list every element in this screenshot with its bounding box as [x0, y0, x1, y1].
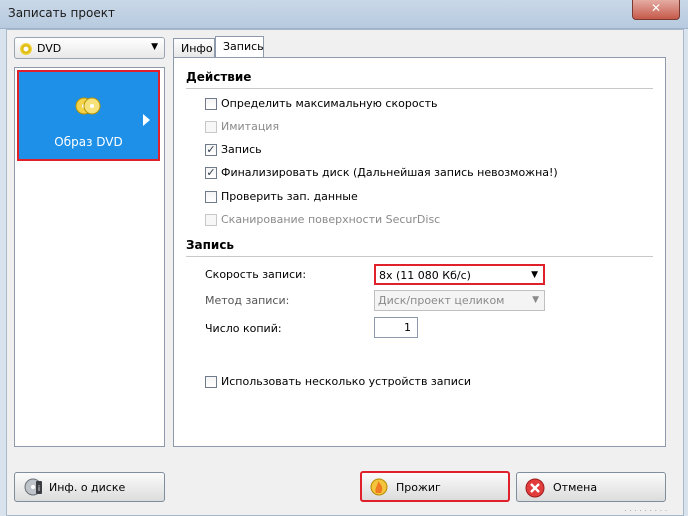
checkbox-label: Финализировать диск (Дальнейшая запись н… — [221, 166, 558, 179]
checkbox-box — [205, 121, 217, 133]
checkbox-label: Запись — [221, 143, 262, 156]
burn-label: Прожиг — [396, 481, 441, 494]
write-method-select[interactable]: Диск/проект целиком ▼ — [374, 290, 545, 311]
divider — [186, 88, 653, 89]
svg-text:i: i — [38, 484, 40, 493]
title-bar: Записать проект ✕ — [0, 0, 688, 29]
cancel-label: Отмена — [553, 481, 598, 494]
close-icon: ✕ — [650, 1, 662, 15]
write-method-label: Метод записи: — [205, 294, 290, 307]
burn-flame-icon — [370, 478, 388, 496]
device-type-value: DVD — [37, 42, 62, 55]
disc-icon — [20, 43, 32, 55]
checkbox-label: Использовать несколько устройств записи — [221, 375, 472, 388]
checkbox-box — [205, 98, 217, 110]
checkbox-label: Определить максимальную скорость — [221, 97, 438, 110]
checkbox-box — [205, 376, 217, 388]
close-button[interactable]: ✕ — [632, 0, 680, 20]
checkbox-box — [205, 191, 217, 203]
checkbox-label: Проверить зап. данные — [221, 190, 358, 203]
chevron-down-icon: ▼ — [532, 295, 539, 305]
write-method-value: Диск/проект целиком — [378, 294, 505, 307]
checkbox-label: Сканирование поверхности SecurDisc — [221, 213, 441, 226]
check-mark-icon: ✓ — [205, 166, 217, 179]
check-mark-icon: ✓ — [205, 143, 217, 156]
copies-label: Число копий: — [205, 322, 282, 335]
checkbox-box — [205, 214, 217, 226]
chevron-down-icon: ▼ — [531, 270, 538, 280]
tab-content: Действие Определить максимальную скорост… — [173, 57, 666, 447]
write-speed-label: Скорость записи: — [205, 268, 307, 281]
write-speed-select[interactable]: 8x (11 080 Кб/с) ▼ — [374, 264, 545, 285]
action-heading: Действие — [186, 70, 252, 84]
disc-info-button[interactable]: i Инф. о диске — [14, 472, 165, 502]
copies-input[interactable]: 1 — [374, 317, 418, 338]
dvd-disc-icon — [75, 97, 101, 115]
project-list: Образ DVD — [14, 67, 165, 447]
cancel-button[interactable]: Отмена — [516, 472, 666, 502]
write-heading: Запись — [186, 238, 235, 252]
write-speed-value: 8x (11 080 Кб/с) — [379, 269, 471, 282]
window-title: Записать проект — [8, 6, 115, 20]
disc-info-icon: i — [24, 478, 42, 496]
tab-write[interactable]: Запись — [215, 36, 264, 58]
resize-grip[interactable]: . . . . . . . . . — [624, 504, 684, 513]
disc-info-label: Инф. о диске — [49, 481, 126, 494]
chevron-down-icon: ▼ — [151, 42, 158, 52]
cancel-icon — [525, 478, 545, 498]
play-arrow-icon — [143, 114, 150, 126]
device-type-select[interactable]: DVD ▼ — [14, 37, 165, 59]
tile-label: Образ DVD — [54, 135, 123, 149]
dvd-image-tile[interactable]: Образ DVD — [17, 70, 160, 161]
checkbox-label: Имитация — [221, 120, 280, 133]
divider — [186, 256, 653, 257]
tab-info[interactable]: Инфо — [173, 38, 215, 58]
burn-button[interactable]: Прожиг — [360, 471, 510, 502]
